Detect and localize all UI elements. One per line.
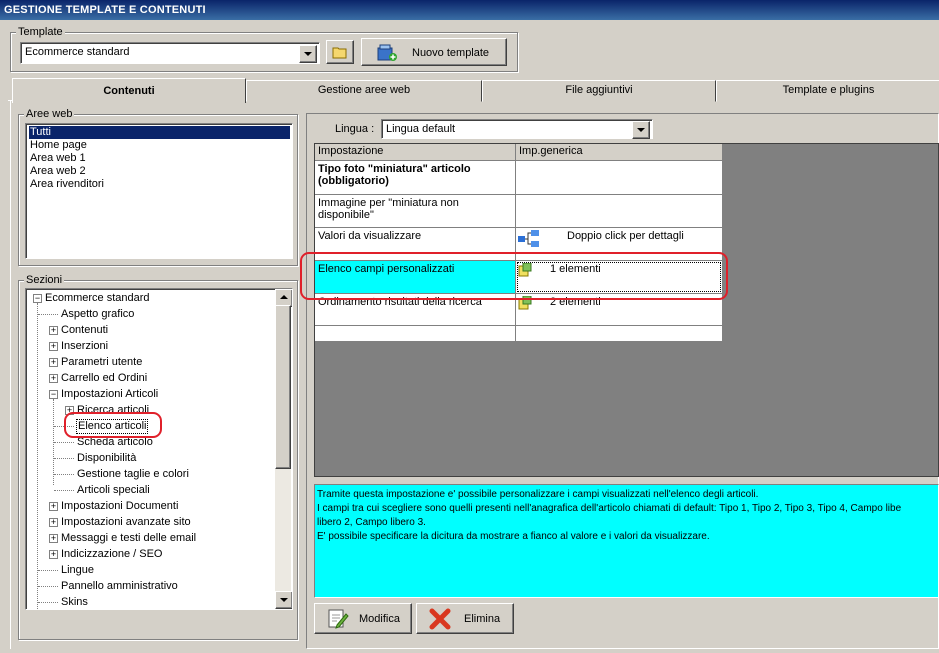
hierarchy-icon <box>518 230 539 247</box>
template-select[interactable]: Ecommerce standard <box>20 42 320 64</box>
list-item[interactable]: Area rivenditori <box>29 178 105 191</box>
expand-icon[interactable]: + <box>49 374 58 383</box>
double-click-hint: Doppio click per dettagli <box>567 230 684 242</box>
expand-icon[interactable]: + <box>49 550 58 559</box>
scroll-down-button[interactable] <box>275 591 292 609</box>
expand-icon[interactable]: + <box>49 534 58 543</box>
lingua-label: Lingua : <box>335 123 375 135</box>
list-item[interactable]: Tutti <box>29 126 290 139</box>
tree-node-label: Carrello ed Ordini <box>61 372 148 384</box>
list-item[interactable]: Area web 2 <box>29 165 87 178</box>
tab-file-aggiuntivi-label: File aggiuntivi <box>565 84 633 96</box>
grid-header[interactable]: Impostazione <box>315 144 516 161</box>
collapse-icon[interactable]: − <box>33 294 42 303</box>
new-template-icon <box>377 44 397 61</box>
tree-node-label: Disponibilità <box>77 452 137 464</box>
expand-icon[interactable]: + <box>49 502 58 511</box>
tree-node-label: Skins <box>61 596 88 608</box>
description-line: E' possibile specificare la dicitura da … <box>317 531 710 542</box>
arrow-up-icon <box>280 295 288 299</box>
tree-node-label: Inserzioni <box>61 340 109 352</box>
tab-gestione-aree-web-label: Gestione aree web <box>317 84 411 96</box>
tree-node-label: Impostazioni Documenti <box>61 500 179 512</box>
tree-node-label: Impostazioni Articoli <box>61 388 159 400</box>
expand-icon[interactable]: + <box>49 358 58 367</box>
description-box: Tramite questa impostazione e' possibile… <box>314 484 939 598</box>
edit-icon <box>328 609 349 629</box>
tree-node-label: Messaggi e testi delle email <box>61 532 197 544</box>
tab-template-plugins-label: Template e plugins <box>782 84 875 96</box>
grid-empty-cell <box>516 326 723 342</box>
grid-setting-cell[interactable]: Tipo foto "miniatura" articolo (obbligat… <box>315 161 516 195</box>
sezioni-tree[interactable]: − Ecommerce standard Aspetto grafico + Con… <box>25 288 293 610</box>
sezioni-legend: Sezioni <box>24 274 65 286</box>
grid-empty-cell <box>315 326 516 342</box>
grid-setting-cell[interactable]: Immagine per "miniatura non disponibile" <box>315 195 516 228</box>
scroll-thumb[interactable] <box>275 305 291 469</box>
tree-node-label: Lingue <box>61 564 95 576</box>
tab-template-plugins[interactable]: Template e plugins <box>716 80 939 102</box>
tree-node-label: Contenuti <box>61 324 109 336</box>
description-line: I campi tra cui scegliere sono quelli pr… <box>317 503 902 514</box>
expand-icon[interactable]: + <box>49 518 58 527</box>
lingua-select[interactable]: Lingua default <box>381 119 653 139</box>
aree-web-list[interactable]: Tutti Home page Area web 1 Area web 2 Ar… <box>25 123 293 259</box>
tab-gestione-aree-web[interactable]: Gestione aree web <box>246 80 482 102</box>
annotation-highlight <box>64 412 162 438</box>
tree-connector <box>54 490 74 491</box>
grid-value-cell[interactable] <box>516 195 723 228</box>
tab-contenuti-label: Contenuti <box>103 85 155 97</box>
tree-node-label: Aspetto grafico <box>61 308 135 320</box>
grid-value-cell[interactable] <box>516 161 723 195</box>
window-title: GESTIONE TEMPLATE E CONTENUTI <box>4 4 206 16</box>
tree-connector <box>38 586 58 587</box>
tree-connector <box>54 458 74 459</box>
modify-button[interactable]: Modifica <box>314 603 412 634</box>
folder-icon <box>332 47 347 59</box>
tree-node-label: Ecommerce standard <box>45 292 150 304</box>
template-legend: Template <box>16 26 65 38</box>
chevron-down-icon[interactable] <box>299 45 317 63</box>
tree-node-label: Parametri utente <box>61 356 143 368</box>
modify-label: Modifica <box>359 613 400 625</box>
description-line: Tramite questa impostazione e' possibile… <box>317 489 759 500</box>
new-template-button[interactable]: Nuovo template <box>361 38 507 66</box>
delete-icon <box>429 608 451 630</box>
tree-scrollbar[interactable] <box>275 289 292 609</box>
tree-connector <box>54 442 74 443</box>
tab-file-aggiuntivi[interactable]: File aggiuntivi <box>482 80 716 102</box>
arrow-down-icon <box>280 598 288 602</box>
expand-icon[interactable]: + <box>49 326 58 335</box>
window-title-bar: GESTIONE TEMPLATE E CONTENUTI <box>0 0 939 20</box>
list-item[interactable]: Area web 1 <box>29 152 87 165</box>
settings-grid[interactable]: Impostazione Imp.generica Tipo foto "min… <box>314 143 939 477</box>
expand-icon[interactable]: + <box>49 342 58 351</box>
list-item[interactable]: Home page <box>29 139 88 152</box>
tree-node-label: Articoli speciali <box>77 484 150 496</box>
delete-label: Elimina <box>464 613 501 625</box>
delete-button[interactable]: Elimina <box>416 603 514 634</box>
description-line: libero 2, Campo libero 3. <box>317 517 426 528</box>
tree-line <box>37 303 38 609</box>
tree-connector <box>54 474 74 475</box>
tree-connector <box>38 602 58 603</box>
grid-header[interactable]: Imp.generica <box>516 144 723 161</box>
tree-node-label: Impostazioni avanzate sito <box>61 516 191 528</box>
tree-connector <box>38 314 58 315</box>
tree-node-label: Pannello amministrativo <box>61 580 178 592</box>
lingua-select-value: Lingua default <box>386 123 456 135</box>
tree-connector <box>38 570 58 571</box>
chevron-down-icon[interactable] <box>632 121 650 139</box>
tree-node-label: Indicizzazione / SEO <box>61 548 163 560</box>
collapse-icon[interactable]: − <box>49 390 58 399</box>
new-template-label: Nuovo template <box>412 47 490 59</box>
open-folder-button[interactable] <box>326 40 354 64</box>
tab-contenuti[interactable]: Contenuti <box>12 78 246 103</box>
annotation-highlight <box>300 252 728 300</box>
template-select-value: Ecommerce standard <box>25 46 130 58</box>
tree-node-label: Gestione taglie e colori <box>77 468 189 480</box>
aree-web-legend: Aree web <box>24 108 75 120</box>
